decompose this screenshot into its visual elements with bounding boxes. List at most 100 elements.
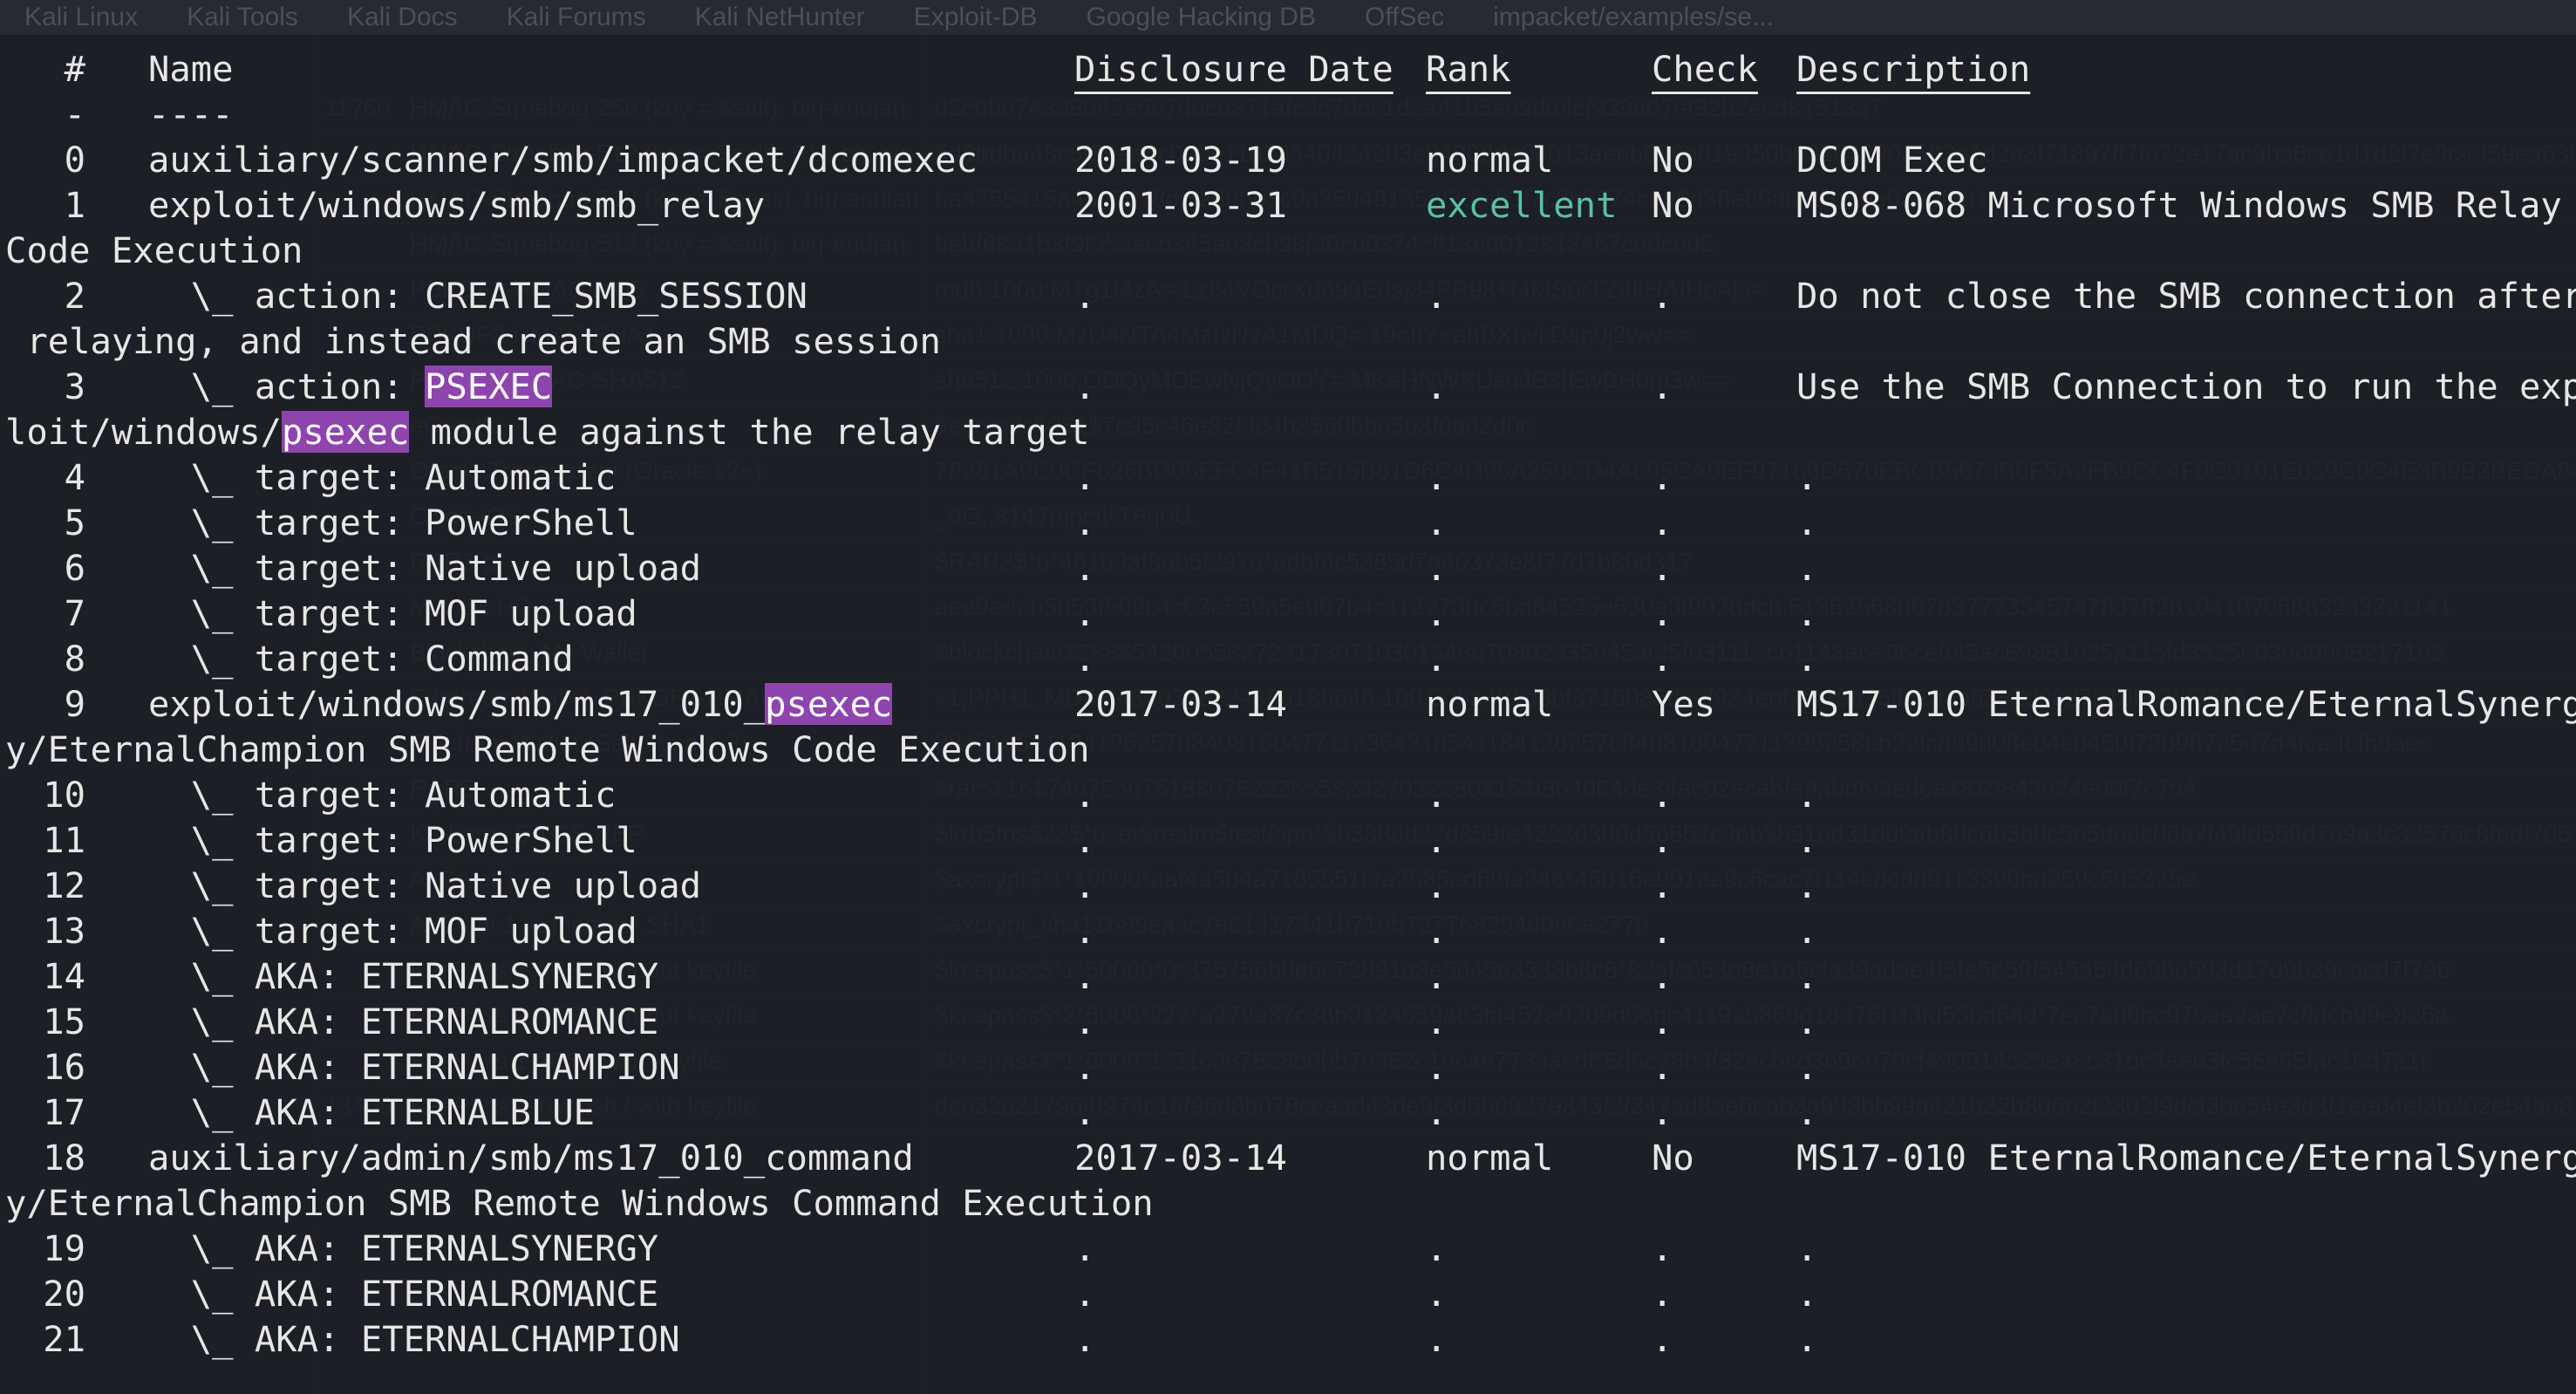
description: .	[1796, 1318, 1818, 1360]
module-row: 1 exploit/windows/smb/smb_relay 2001-03-31…	[0, 182, 2576, 228]
rank-value: .	[1426, 1318, 1448, 1360]
underline-name: ----	[148, 93, 234, 135]
disclosure-date: .	[1074, 502, 1096, 543]
header-check: Check	[1652, 48, 1758, 90]
row-number: 6	[64, 547, 85, 589]
description-continuation: y/EternalChampion SMB Remote Windows Com…	[5, 1182, 1154, 1224]
module-row: 20 \_ AKA: ETERNALROMANCE....	[0, 1271, 2576, 1316]
rank-value: .	[1426, 592, 1448, 634]
disclosure-date: .	[1074, 1273, 1096, 1315]
disclosure-date: 2017-03-14	[1074, 683, 1287, 725]
disclosure-date: .	[1074, 864, 1096, 906]
bookmark-link[interactable]: Kali Linux	[24, 3, 138, 31]
check-value: No	[1652, 1137, 1694, 1179]
module-row: 21 \_ AKA: ETERNALCHAMPION....	[0, 1316, 2576, 1362]
description: .	[1796, 502, 1818, 543]
bookmark-link[interactable]: Kali Forums	[507, 3, 646, 31]
row-number: 9	[64, 683, 85, 725]
disclosure-date: 2018-03-19	[1074, 139, 1287, 181]
disclosure-date: .	[1074, 275, 1096, 317]
disclosure-date: .	[1074, 547, 1096, 589]
description-continuation: Code Execution	[5, 229, 303, 271]
check-value: .	[1652, 456, 1673, 498]
header-disclosure-date: Disclosure Date	[1074, 48, 1394, 90]
module-name: \_ action: CREATE_SMB_SESSION	[148, 275, 808, 317]
module-row: 14 \_ AKA: ETERNALSYNERGY....	[0, 953, 2576, 999]
description: .	[1796, 1273, 1818, 1315]
row-number: 8	[64, 638, 85, 680]
module-row: 11 \_ target: PowerShell....	[0, 817, 2576, 863]
table-header: # Name Disclosure Date Rank Check Description	[0, 46, 2576, 92]
description: Do not close the SMB connection after	[1796, 275, 2576, 317]
check-value: .	[1652, 910, 1673, 952]
check-value: .	[1652, 864, 1673, 906]
rank-value: .	[1426, 1001, 1448, 1042]
bookmark-link[interactable]: Kali Tools	[187, 3, 298, 31]
check-value: .	[1652, 1273, 1673, 1315]
module-row: 6 \_ target: Native upload....	[0, 545, 2576, 591]
module-name: \_ target: Automatic	[148, 774, 617, 816]
module-name: \_ AKA: ETERNALCHAMPION	[148, 1318, 680, 1360]
check-value: .	[1652, 592, 1673, 634]
module-row: 15 \_ AKA: ETERNALROMANCE....	[0, 999, 2576, 1044]
rank-value: .	[1426, 456, 1448, 498]
wrapped-description: y/EternalChampion SMB Remote Windows Com…	[0, 1180, 2576, 1226]
bookmark-link[interactable]: Exploit-DB	[914, 3, 1038, 31]
row-number: 0	[64, 139, 85, 181]
disclosure-date: .	[1074, 456, 1096, 498]
module-name: \_ AKA: ETERNALSYNERGY	[148, 955, 659, 997]
terminal-output[interactable]: # Name Disclosure Date Rank Check Description…	[0, 35, 2576, 1394]
module-row: 0 auxiliary/scanner/smb/impacket/dcomexec…	[0, 137, 2576, 182]
disclosure-date: .	[1074, 910, 1096, 952]
rank-value: normal	[1426, 683, 1554, 725]
module-row: 2 \_ action: CREATE_SMB_SESSION... Do not…	[0, 273, 2576, 318]
rank-value: .	[1426, 275, 1448, 317]
underline-num: -	[64, 93, 85, 135]
rank-value: .	[1426, 910, 1448, 952]
rank-value: .	[1426, 1227, 1448, 1269]
module-name: \_ AKA: ETERNALROMANCE	[148, 1001, 659, 1042]
check-value: .	[1652, 275, 1673, 317]
bookmark-link[interactable]: Kali Docs	[347, 3, 458, 31]
description: .	[1796, 864, 1818, 906]
header-name: Name	[148, 48, 234, 90]
disclosure-date: .	[1074, 1001, 1096, 1042]
bookmark-link[interactable]: OffSec	[1365, 3, 1444, 31]
module-row: 17 \_ AKA: ETERNALBLUE....	[0, 1090, 2576, 1135]
bookmark-link[interactable]: Kali NetHunter	[695, 3, 865, 31]
rank-value: .	[1426, 1273, 1448, 1315]
wrapped-description: y/EternalChampion SMB Remote Windows Cod…	[0, 727, 2576, 772]
rank-value: .	[1426, 547, 1448, 589]
bookmark-link[interactable]: impacket/examples/se...	[1493, 3, 1774, 31]
module-row: 18 auxiliary/admin/smb/ms17_010_command 20…	[0, 1135, 2576, 1180]
rank-value: .	[1426, 638, 1448, 680]
disclosure-date: .	[1074, 1227, 1096, 1269]
header-underline: - ----	[0, 92, 2576, 137]
description: .	[1796, 774, 1818, 816]
module-name: \_ AKA: ETERNALSYNERGY	[148, 1227, 659, 1269]
wrapped-description: loit/windows/psexec module against the r…	[0, 409, 2576, 454]
rank-value: .	[1426, 366, 1448, 407]
rank-value: .	[1426, 955, 1448, 997]
description: .	[1796, 638, 1818, 680]
name-text: exploit/windows/smb/ms17_010_	[148, 683, 766, 725]
module-name: \_ target: MOF upload	[148, 910, 637, 952]
module-name: \_ target: Native upload	[148, 547, 701, 589]
disclosure-date: .	[1074, 1046, 1096, 1088]
row-number: 20	[43, 1273, 85, 1315]
search-highlight: psexec	[281, 411, 410, 453]
rank-value: normal	[1426, 1137, 1554, 1179]
module-name: \_ target: Native upload	[148, 864, 701, 906]
wrapped-description: relaying, and instead create an SMB sess…	[0, 318, 2576, 364]
check-value: .	[1652, 1001, 1673, 1042]
bookmark-link[interactable]: Google Hacking DB	[1087, 3, 1316, 31]
check-value: .	[1652, 366, 1673, 407]
header-num: #	[64, 48, 85, 90]
rank-value: excellent	[1426, 184, 1618, 226]
row-number: 17	[43, 1091, 85, 1133]
description: .	[1796, 1091, 1818, 1133]
description: .	[1796, 955, 1818, 997]
description: DCOM Exec	[1796, 139, 1988, 181]
description: MS17-010 EternalRomance/EternalSynerg	[1796, 683, 2576, 725]
row-number: 2	[64, 275, 85, 317]
